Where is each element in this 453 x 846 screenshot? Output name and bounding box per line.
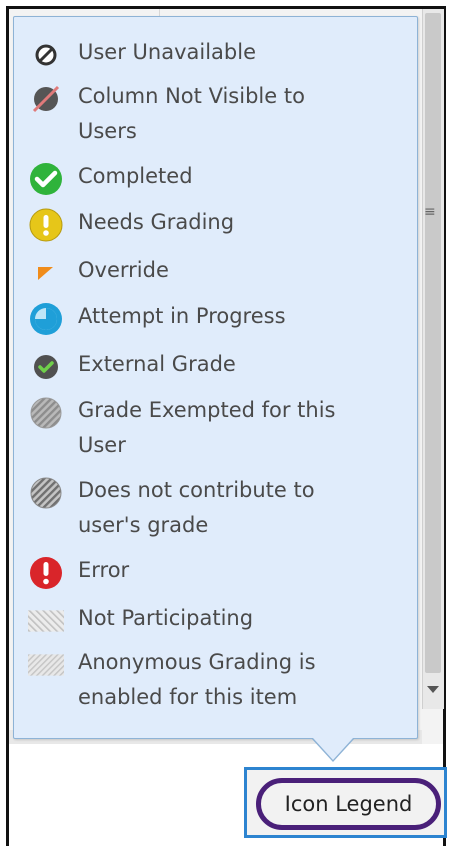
legend-label: Completed (78, 164, 193, 188)
legend-label: Error (78, 558, 130, 582)
legend-item-override: Override (28, 253, 378, 291)
scroll-down-icon[interactable] (427, 686, 439, 693)
attempt-in-progress-icon (28, 301, 64, 337)
override-icon (28, 255, 64, 291)
user-unavailable-icon (28, 37, 64, 73)
grip-icon[interactable]: ≡ (424, 205, 436, 219)
legend-label: External Grade (78, 352, 236, 376)
legend-item-completed: Completed (28, 159, 378, 197)
legend-label: Anonymous Grading is enabled for this it… (78, 650, 316, 709)
external-grade-icon (28, 349, 64, 385)
legend-item-grade-exempted: Grade Exempted for this User (28, 393, 378, 463)
error-icon (28, 555, 64, 591)
legend-item-column-not-visible: Column Not Visible to Users (28, 79, 378, 149)
popup-pointer-fill (313, 738, 353, 760)
legend-item-attempt-in-progress: Attempt in Progress (28, 299, 378, 337)
grade-exempted-icon (28, 395, 64, 431)
legend-label: Grade Exempted for this User (78, 398, 336, 457)
legend-item-user-unavailable: User Unavailable (28, 35, 378, 73)
legend-item-does-not-contribute: Does not contribute to user's grade (28, 473, 378, 543)
legend-label: Column Not Visible to Users (78, 84, 305, 143)
legend-label: Needs Grading (78, 210, 235, 234)
legend-item-needs-grading: Needs Grading (28, 205, 378, 243)
does-not-contribute-icon (28, 475, 64, 511)
anonymous-grading-icon (28, 647, 64, 683)
legend-label: Not Participating (78, 606, 254, 630)
scrollbar-thumb[interactable] (425, 13, 441, 673)
legend-label: Does not contribute to user's grade (78, 478, 315, 537)
legend-label: Override (78, 258, 169, 282)
completed-icon (28, 161, 64, 197)
legend-item-external-grade: External Grade (28, 347, 378, 385)
legend-item-error: Error (28, 553, 378, 591)
legend-item-anonymous-grading: Anonymous Grading is enabled for this it… (28, 645, 378, 715)
needs-grading-icon (28, 207, 64, 243)
legend-label: User Unavailable (78, 40, 257, 64)
icon-legend-popup: User Unavailable Column Not Visible to U… (13, 16, 418, 739)
vertical-scrollbar[interactable] (422, 9, 444, 709)
not-participating-icon (28, 603, 64, 639)
column-not-visible-icon (28, 81, 64, 117)
legend-label: Attempt in Progress (78, 304, 286, 328)
legend-item-not-participating: Not Participating (28, 601, 378, 639)
icon-legend-button[interactable]: Icon Legend (256, 778, 441, 830)
